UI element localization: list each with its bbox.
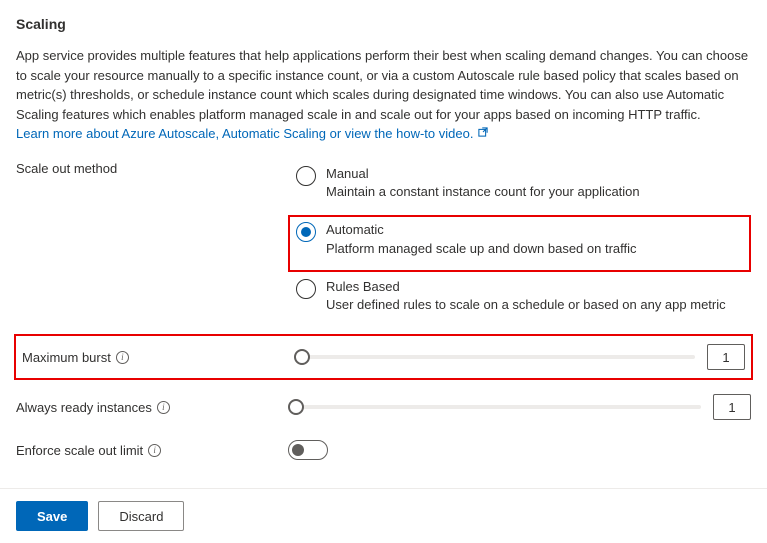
maximum-burst-slider[interactable] [294, 347, 695, 367]
always-ready-label: Always ready instances [16, 400, 152, 415]
radio-title: Rules Based [326, 278, 743, 296]
info-icon[interactable]: i [157, 401, 170, 414]
slider-thumb[interactable] [288, 399, 304, 415]
radio-option-automatic[interactable]: Automatic Platform managed scale up and … [288, 215, 751, 271]
radio-icon [296, 279, 316, 299]
always-ready-slider[interactable] [288, 397, 701, 417]
enforce-limit-label: Enforce scale out limit [16, 443, 143, 458]
slider-thumb[interactable] [294, 349, 310, 365]
info-icon[interactable]: i [116, 351, 129, 364]
toggle-knob [292, 444, 304, 456]
radio-option-rules[interactable]: Rules Based User defined rules to scale … [288, 272, 751, 328]
enforce-limit-row: Enforce scale out limit i [16, 430, 751, 470]
learn-more-link[interactable]: Learn more about Azure Autoscale, Automa… [16, 126, 489, 141]
external-link-icon [477, 126, 489, 141]
radio-subtitle: Platform managed scale up and down based… [326, 240, 743, 258]
radio-title: Manual [326, 165, 743, 183]
maximum-burst-label: Maximum burst [22, 350, 111, 365]
info-icon[interactable]: i [148, 444, 161, 457]
radio-icon [296, 222, 316, 242]
footer-bar: Save Discard [0, 488, 767, 543]
radio-subtitle: User defined rules to scale on a schedul… [326, 296, 743, 314]
radio-option-manual[interactable]: Manual Maintain a constant instance coun… [288, 159, 751, 215]
scale-out-method-label: Scale out method [16, 159, 288, 176]
learn-more-text: Learn more about Azure Autoscale, Automa… [16, 126, 473, 141]
discard-button[interactable]: Discard [98, 501, 184, 531]
page-title: Scaling [16, 16, 751, 32]
enforce-limit-toggle[interactable] [288, 440, 328, 460]
maximum-burst-row: Maximum burst i [14, 334, 753, 380]
save-button[interactable]: Save [16, 501, 88, 531]
slider-track [294, 355, 695, 359]
radio-subtitle: Maintain a constant instance count for y… [326, 183, 743, 201]
radio-title: Automatic [326, 221, 743, 239]
maximum-burst-input[interactable] [707, 344, 745, 370]
always-ready-row: Always ready instances i [16, 384, 751, 430]
scale-out-method-group: Manual Maintain a constant instance coun… [288, 159, 751, 328]
scaling-description: App service provides multiple features t… [16, 46, 751, 124]
always-ready-input[interactable] [713, 394, 751, 420]
slider-track [288, 405, 701, 409]
radio-icon [296, 166, 316, 186]
